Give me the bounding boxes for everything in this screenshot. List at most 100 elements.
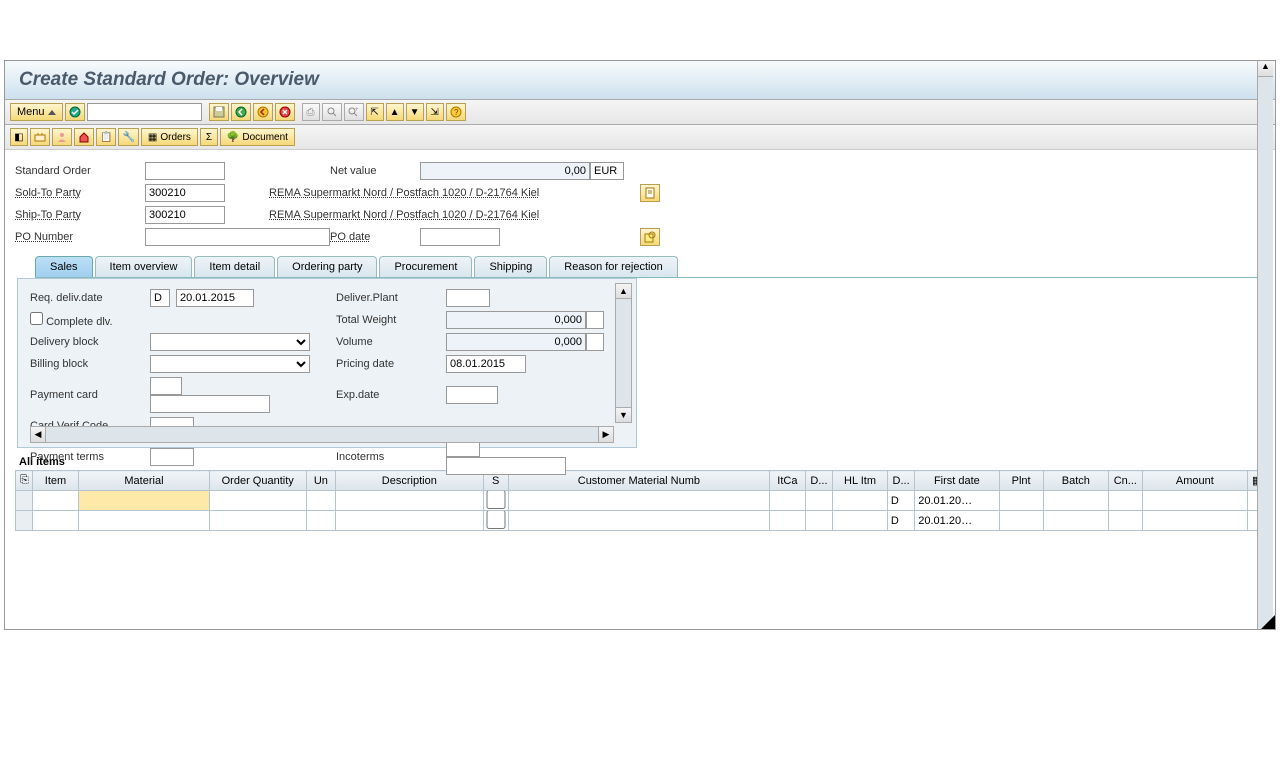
incoterms2-input[interactable] <box>446 457 566 475</box>
po-number-input[interactable] <box>145 228 330 246</box>
prev-page-button[interactable]: ▲ <box>386 103 404 121</box>
tab-ordering-party[interactable]: Ordering party <box>277 256 377 277</box>
user-button[interactable] <box>52 128 72 146</box>
last-page-button[interactable]: ⇲ <box>426 103 444 121</box>
cell-batch[interactable] <box>1044 491 1108 510</box>
tab-sales[interactable]: Sales <box>35 256 93 277</box>
tab-item-detail[interactable]: Item detail <box>194 256 275 277</box>
cell-itca[interactable] <box>770 491 805 510</box>
cell-item[interactable] <box>33 511 78 530</box>
cell-amount[interactable] <box>1143 491 1247 510</box>
first-page-button[interactable]: ⇱ <box>366 103 384 121</box>
req-date-type-input[interactable] <box>150 289 170 307</box>
col-d2[interactable]: D... <box>887 471 914 491</box>
cancel-button[interactable] <box>275 103 295 121</box>
cell-un[interactable] <box>307 491 335 510</box>
cell-d2[interactable] <box>888 511 914 530</box>
cell-material[interactable] <box>79 491 209 510</box>
save-button[interactable] <box>209 103 229 121</box>
col-first[interactable]: First date <box>915 471 999 491</box>
panel-vscroll[interactable]: ▲▼ <box>615 283 632 423</box>
tab-shipping[interactable]: Shipping <box>474 256 547 277</box>
col-plnt[interactable]: Plnt <box>999 471 1043 491</box>
po-date-label[interactable]: PO date <box>330 231 420 243</box>
col-amount[interactable]: Amount <box>1142 471 1247 491</box>
billing-block-select[interactable] <box>150 355 310 373</box>
ship-to-label[interactable]: Ship-To Party <box>15 209 145 221</box>
po-search-button[interactable] <box>640 228 660 246</box>
cell-hlitm[interactable] <box>833 511 887 530</box>
cell-d1[interactable] <box>806 511 832 530</box>
req-date-input[interactable] <box>176 289 254 307</box>
sum-button[interactable]: Σ <box>200 128 218 146</box>
print-button[interactable]: ⎙ <box>302 103 320 121</box>
cell-cn[interactable] <box>1109 511 1142 530</box>
cell-itca[interactable] <box>770 511 805 530</box>
next-page-button[interactable]: ▼ <box>406 103 424 121</box>
cell-batch[interactable] <box>1044 511 1108 530</box>
sold-to-input[interactable] <box>145 184 225 202</box>
cell-d2[interactable] <box>888 491 914 510</box>
exp-date-input[interactable] <box>446 386 498 404</box>
col-d1[interactable]: D... <box>805 471 832 491</box>
row-selector[interactable] <box>16 511 33 531</box>
card-number-input[interactable] <box>150 395 270 413</box>
orders-button[interactable]: ▦Orders <box>141 128 198 146</box>
cell-qty[interactable] <box>210 491 306 510</box>
ship-to-input[interactable] <box>145 206 225 224</box>
exit-button[interactable] <box>253 103 273 121</box>
cell-plnt[interactable] <box>1000 491 1043 510</box>
cell-un[interactable] <box>307 511 335 530</box>
col-itca[interactable]: ItCa <box>769 471 805 491</box>
menu-button[interactable]: Menu <box>10 103 63 121</box>
item-button[interactable]: 📋 <box>96 128 116 146</box>
deliver-plant-input[interactable] <box>446 289 490 307</box>
cell-custmat[interactable] <box>509 511 769 530</box>
home-button[interactable] <box>74 128 94 146</box>
col-batch[interactable]: Batch <box>1043 471 1108 491</box>
cell-desc[interactable] <box>336 511 482 530</box>
volume-unit-input[interactable] <box>586 333 604 351</box>
tab-procurement[interactable]: Procurement <box>379 256 472 277</box>
pricing-date-input[interactable] <box>446 355 526 373</box>
cell-s[interactable] <box>484 511 508 529</box>
panel-hscroll[interactable]: ◀▶ <box>30 426 614 443</box>
cell-material[interactable] <box>79 511 209 530</box>
payment-terms-input[interactable] <box>150 448 194 466</box>
weight-unit-input[interactable] <box>586 311 604 329</box>
config-button[interactable]: 🔧 <box>118 128 138 146</box>
cell-desc[interactable] <box>336 491 482 510</box>
po-date-input[interactable] <box>420 228 500 246</box>
col-hlitm[interactable]: HL Itm <box>833 471 888 491</box>
find-button[interactable] <box>322 103 342 121</box>
cell-amount[interactable] <box>1143 511 1247 530</box>
cell-s[interactable] <box>484 491 508 509</box>
partner-detail-button[interactable] <box>640 184 660 202</box>
row-selector[interactable] <box>16 491 33 511</box>
document-button[interactable]: 🌳Document <box>220 128 295 146</box>
help-button[interactable]: ? <box>446 103 466 121</box>
std-order-input[interactable] <box>145 162 225 180</box>
tab-item-overview[interactable]: Item overview <box>95 256 193 277</box>
cell-qty[interactable] <box>210 511 306 530</box>
find-next-button[interactable]: + <box>344 103 364 121</box>
po-number-label[interactable]: PO Number <box>15 231 145 243</box>
cell-custmat[interactable] <box>509 491 769 510</box>
resize-handle-icon[interactable] <box>1261 615 1275 629</box>
cell-first[interactable] <box>915 511 998 530</box>
sold-to-label[interactable]: Sold-To Party <box>15 187 145 199</box>
delivery-block-select[interactable] <box>150 333 310 351</box>
cell-hlitm[interactable] <box>833 491 887 510</box>
col-cn[interactable]: Cn... <box>1109 471 1143 491</box>
cell-item[interactable] <box>33 491 78 510</box>
back-button[interactable] <box>231 103 251 121</box>
cell-cn[interactable] <box>1109 491 1142 510</box>
display-button[interactable]: ◧ <box>10 128 28 146</box>
complete-dlv-checkbox[interactable] <box>30 312 43 325</box>
window-vscroll[interactable]: ▲ <box>1257 61 1273 629</box>
currency-input[interactable] <box>590 162 624 180</box>
header-button[interactable] <box>30 128 50 146</box>
cell-plnt[interactable] <box>1000 511 1043 530</box>
enter-button[interactable] <box>65 103 85 121</box>
command-input[interactable] <box>87 103 202 121</box>
